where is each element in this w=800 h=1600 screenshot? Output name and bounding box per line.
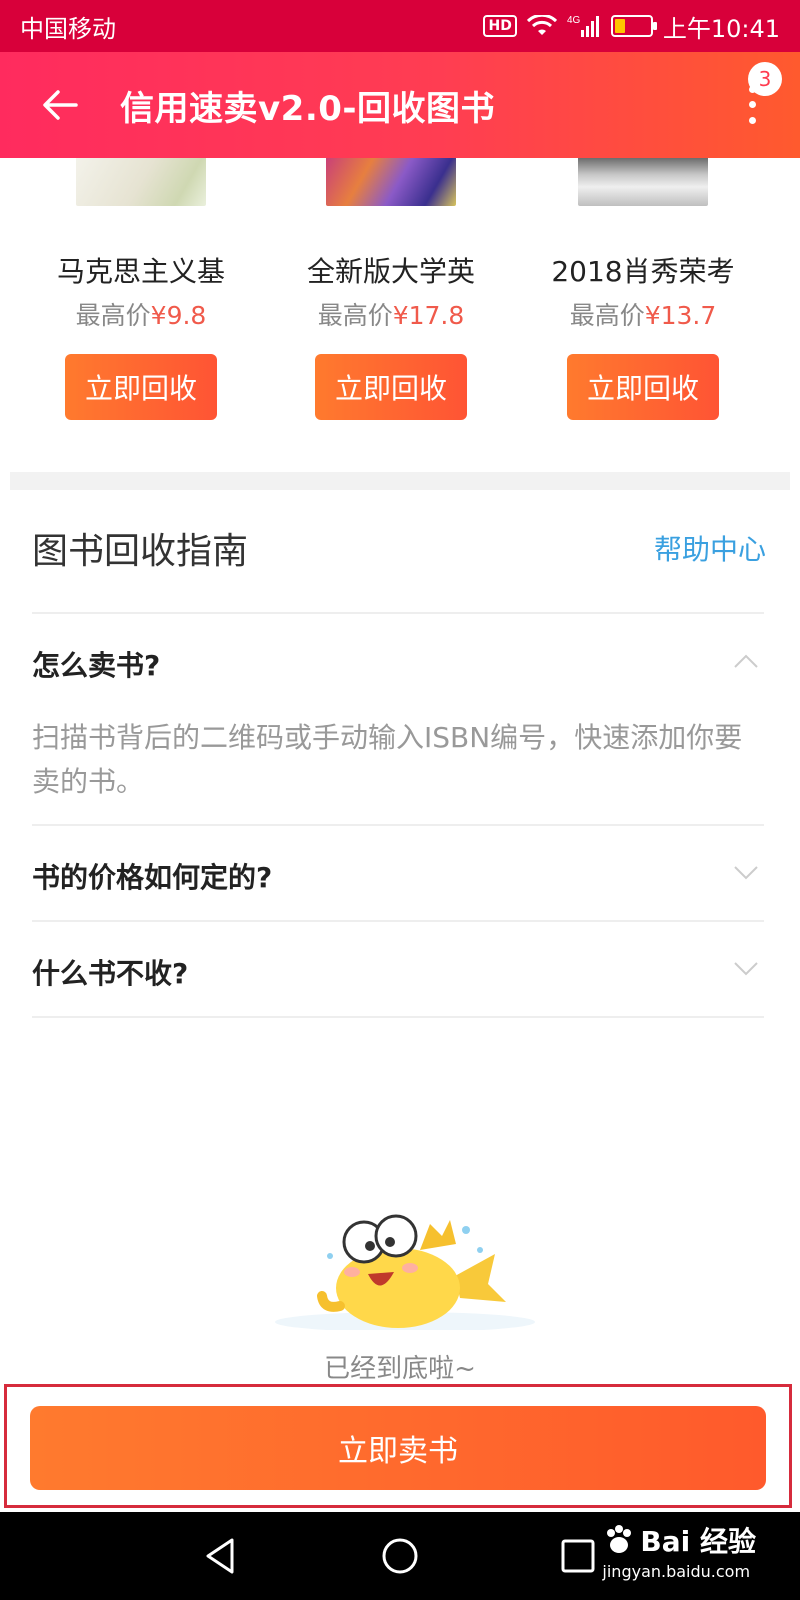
chevron-up-icon[interactable] xyxy=(732,648,760,676)
price-prefix: 最高价 xyxy=(569,301,645,330)
battery-level xyxy=(614,19,626,33)
circle-home-icon xyxy=(382,1538,418,1574)
faq-answer: 扫描书背后的二维码或手动输入ISBN编号，快速添加你要卖的书。 xyxy=(32,721,743,798)
fish-mascot-illustration xyxy=(275,1214,535,1330)
book-card[interactable]: 2018肖秀荣考 最高价¥13.7 立即回收 xyxy=(518,158,768,458)
nav-back-button[interactable] xyxy=(170,1512,270,1600)
book-price-line: 最高价¥17.8 xyxy=(266,296,516,332)
help-center-link[interactable]: 帮助中心 xyxy=(654,528,766,568)
book-title[interactable]: 2018肖秀荣考 xyxy=(518,250,768,290)
divider xyxy=(32,920,764,922)
watermark-url: jingyan.baidu.com xyxy=(602,1562,751,1581)
square-recent-icon xyxy=(561,1539,595,1573)
nav-home-button[interactable] xyxy=(350,1512,450,1600)
recycle-now-button[interactable]: 立即回收 xyxy=(315,354,467,420)
status-time: 上午10:41 xyxy=(662,14,780,43)
divider xyxy=(32,1016,764,1018)
price-prefix: 最高价 xyxy=(317,301,393,330)
faq-question[interactable]: 书的价格如何定的? xyxy=(32,856,272,896)
paw-icon xyxy=(607,1525,632,1553)
app-header: 信用速卖v2.0-回收图书 3 xyxy=(0,52,800,158)
book-cover-image[interactable] xyxy=(76,158,206,206)
price-value: ¥9.8 xyxy=(150,301,207,330)
chevron-down-icon[interactable] xyxy=(732,858,760,886)
book-title[interactable]: 马克思主义基 xyxy=(16,250,266,290)
book-price-line: 最高价¥13.7 xyxy=(518,296,768,332)
baidu-jingyan-watermark: Bai 经验 jingyan.baidu.com xyxy=(602,1520,756,1581)
book-title[interactable]: 全新版大学英 xyxy=(266,250,516,290)
page-title: 信用速卖v2.0-回收图书 xyxy=(120,88,496,129)
divider xyxy=(32,824,764,826)
watermark-main-text: Bai 经验 xyxy=(640,1525,756,1558)
guide-title: 图书回收指南 xyxy=(32,531,249,572)
wifi-icon xyxy=(526,15,557,37)
sell-book-button[interactable]: 立即卖书 xyxy=(30,1406,766,1490)
notification-badge: 3 xyxy=(748,62,782,96)
recycle-now-button[interactable]: 立即回收 xyxy=(65,354,217,420)
price-prefix: 最高价 xyxy=(75,301,151,330)
price-value: ¥13.7 xyxy=(644,301,717,330)
book-price-line: 最高价¥9.8 xyxy=(16,296,266,332)
divider xyxy=(32,612,764,614)
status-bar: 中国移动 HD 4G 上午10:41 xyxy=(0,0,800,52)
book-card[interactable]: 马克思主义基 最高价¥9.8 立即回收 xyxy=(16,158,266,458)
price-value: ¥17.8 xyxy=(392,301,465,330)
status-icons: HD 4G 上午10:41 xyxy=(483,9,780,44)
book-cover-image[interactable] xyxy=(578,158,708,206)
signal-icon: 4G xyxy=(567,14,601,38)
triangle-back-icon xyxy=(206,1538,234,1574)
battery-icon xyxy=(610,15,657,37)
book-card[interactable]: 全新版大学英 最高价¥17.8 立即回收 xyxy=(266,158,516,458)
arrow-left-icon xyxy=(43,90,78,120)
svg-text:4G: 4G xyxy=(567,15,581,26)
carrier-name: 中国移动 xyxy=(20,14,116,43)
book-cover-image[interactable] xyxy=(326,158,456,206)
chevron-down-icon[interactable] xyxy=(732,954,760,982)
end-of-list-text: 已经到底啦~ xyxy=(324,1354,476,1384)
back-button[interactable] xyxy=(0,52,120,158)
faq-question[interactable]: 怎么卖书? xyxy=(32,644,160,684)
faq-question[interactable]: 什么书不收? xyxy=(32,952,188,992)
recycle-now-button[interactable]: 立即回收 xyxy=(567,354,719,420)
book-list: 马克思主义基 最高价¥9.8 立即回收 全新版大学英 最高价¥17.8 立即回收… xyxy=(0,158,800,458)
hd-icon: HD xyxy=(483,15,517,37)
section-divider xyxy=(10,472,790,490)
